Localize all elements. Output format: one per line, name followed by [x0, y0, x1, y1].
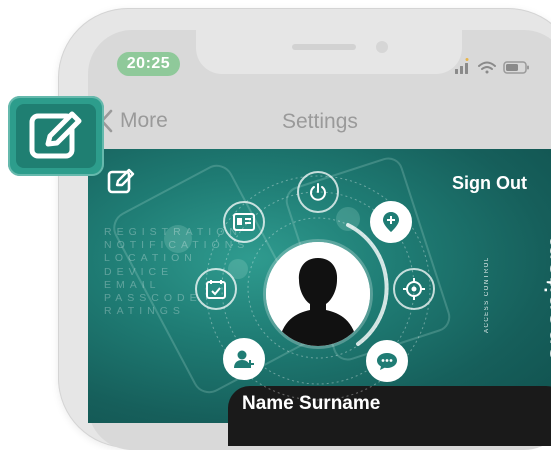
- location-button[interactable]: [393, 268, 435, 310]
- front-camera: [376, 41, 388, 53]
- back-label: More: [120, 109, 168, 132]
- registration-button[interactable]: [223, 201, 265, 243]
- avatar[interactable]: [266, 242, 370, 346]
- sign-out-button[interactable]: Sign Out: [452, 173, 527, 194]
- power-icon: [310, 183, 326, 201]
- status-icons: [455, 58, 529, 74]
- signal-icon: [455, 58, 469, 74]
- calendar-check-icon: [206, 280, 226, 299]
- add-user-icon: [234, 350, 254, 368]
- id-card-icon: [233, 213, 255, 231]
- add-location-button[interactable]: [370, 201, 412, 243]
- brand-tagline: ACCESS CONTROL: [484, 256, 490, 333]
- user-name: Name Surname: [242, 393, 381, 414]
- edit-icon: [29, 111, 82, 159]
- calendar-button[interactable]: [195, 268, 237, 310]
- chat-button[interactable]: [366, 340, 408, 382]
- brand-logo: openitem: [540, 234, 551, 362]
- add-location-icon: [383, 212, 399, 232]
- power-button[interactable]: [297, 171, 339, 213]
- crosshair-icon: [403, 278, 425, 300]
- add-user-button[interactable]: [223, 338, 265, 380]
- phone-notch: [196, 30, 462, 74]
- speaker-grille: [292, 44, 356, 50]
- status-time: 20:25: [117, 52, 180, 76]
- chat-icon: [377, 353, 397, 370]
- user-silhouette-icon: [266, 242, 370, 346]
- back-button[interactable]: More: [100, 109, 168, 133]
- page-title: Settings: [282, 110, 358, 133]
- battery-icon: [503, 61, 529, 74]
- wifi-icon: [478, 61, 496, 74]
- edit-icon-small[interactable]: [107, 168, 137, 194]
